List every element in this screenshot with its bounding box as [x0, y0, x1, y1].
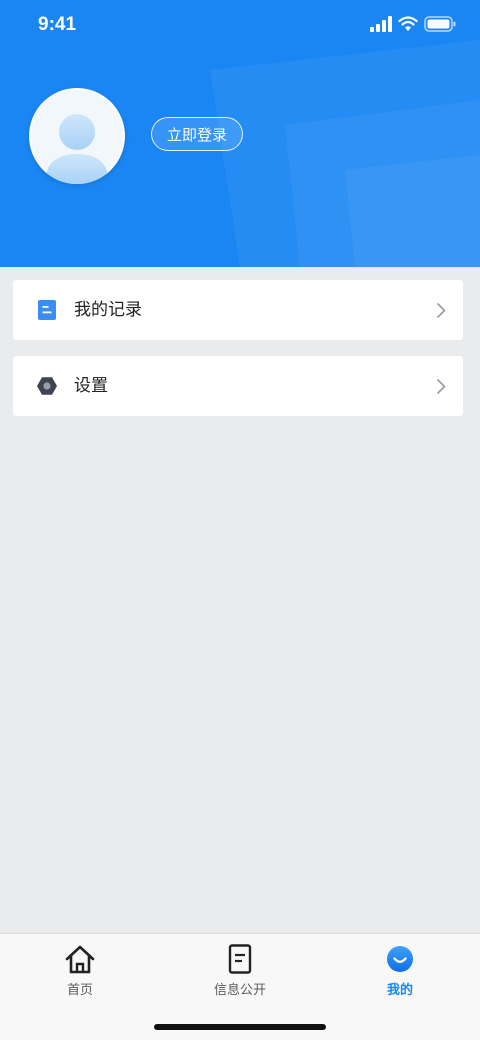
login-button[interactable]: 立即登录 [151, 117, 243, 151]
tab-label: 我的 [386, 983, 413, 998]
menu-item-label: 设置 [74, 376, 108, 396]
status-time: 9:41 [38, 14, 77, 35]
tab-home[interactable]: 首页 [0, 934, 160, 1004]
tab-info-disclosure[interactable]: 信息公开 [160, 934, 320, 1004]
settings-icon [37, 377, 57, 395]
tab-mine[interactable]: 我的 [320, 934, 480, 1004]
document-icon [228, 944, 252, 974]
wifi-icon [398, 16, 418, 31]
status-bar: 9:41 [0, 0, 480, 52]
avatar[interactable] [29, 88, 125, 184]
battery-icon [424, 16, 456, 32]
chevron-right-icon [436, 302, 446, 319]
home-indicator [154, 1024, 326, 1030]
default-user-avatar-icon [31, 90, 123, 184]
tab-label: 首页 [66, 983, 93, 998]
menu-item-records[interactable]: 我的记录 [13, 280, 463, 340]
tab-label: 信息公开 [213, 983, 266, 998]
records-icon [38, 300, 56, 320]
chevron-right-icon [436, 378, 446, 395]
profile-icon [387, 946, 413, 972]
signal-icon [370, 16, 392, 32]
menu-item-label: 我的记录 [74, 300, 142, 320]
menu-item-settings[interactable]: 设置 [13, 356, 463, 416]
profile-header: 9:41 立即登录 [0, 0, 480, 267]
home-icon [65, 945, 95, 974]
